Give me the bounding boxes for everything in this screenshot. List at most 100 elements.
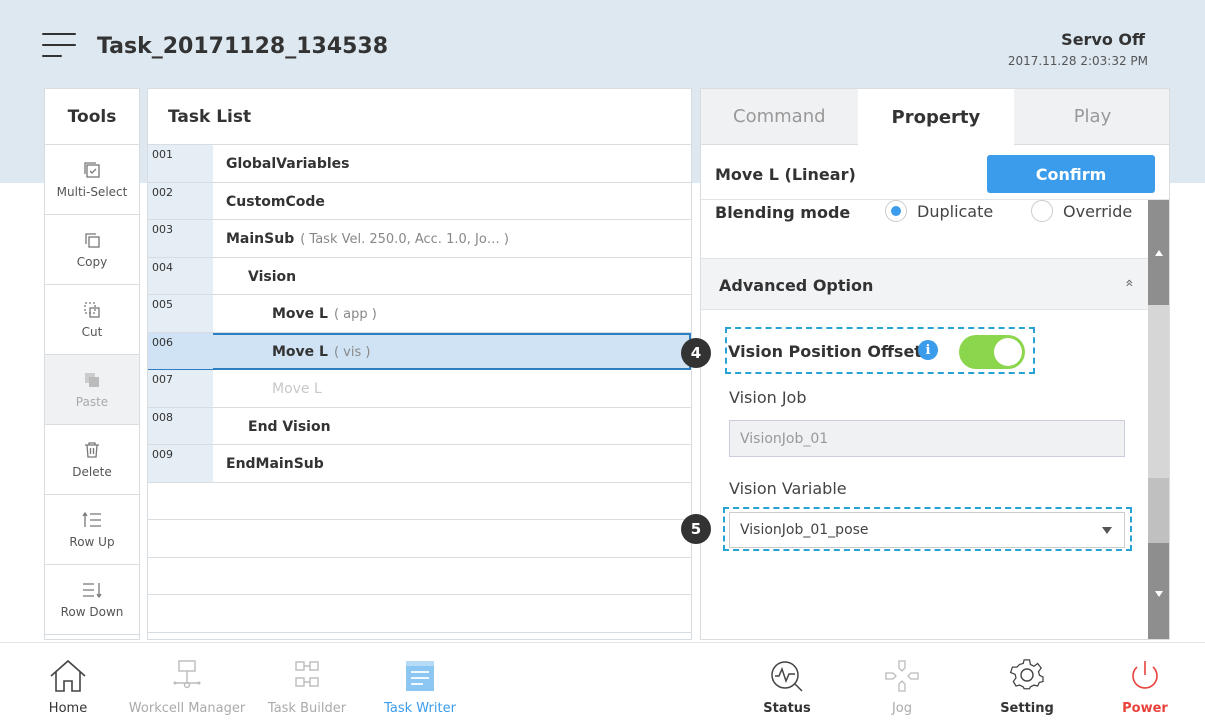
task-row[interactable]: 003 MainSub ( Task Vel. 250.0, Acc. 1.0, … [148, 220, 691, 258]
radio-duplicate-label: Duplicate [917, 201, 994, 221]
blending-mode-label: Blending mode [715, 203, 851, 222]
task-builder-icon [295, 661, 319, 687]
line-number: 005 [148, 295, 213, 332]
radio-dot-checked [885, 200, 907, 222]
tools-heading: Tools [45, 89, 139, 145]
gear-icon [1009, 659, 1044, 690]
task-row[interactable]: 004 Vision [148, 257, 691, 295]
paste-icon [85, 372, 99, 387]
delete-button[interactable]: Delete [45, 425, 139, 495]
nav-task-builder[interactable]: Task Builder [262, 643, 352, 728]
empty-row [148, 520, 691, 558]
row-down-label: Row Down [60, 604, 124, 619]
line-number: 004 [148, 257, 213, 294]
advanced-option-header[interactable]: Advanced Option » [701, 258, 1148, 310]
line-number: 003 [148, 220, 213, 257]
task-row[interactable]: 002 CustomCode [148, 182, 691, 220]
workcell-icon [173, 660, 201, 689]
nav-status[interactable]: Status [762, 643, 812, 728]
task-row-selected[interactable]: 006 Move L ( vis ) [148, 332, 691, 370]
nav-setting[interactable]: Setting [1000, 643, 1054, 728]
line-number: 001 [148, 145, 213, 182]
empty-row [148, 558, 691, 595]
nav-workcell-manager[interactable]: Workcell Manager [126, 643, 248, 728]
vision-variable-label: Vision Variable [729, 479, 847, 498]
task-code: Vision [248, 269, 296, 285]
callout-badge-4: 4 [681, 338, 711, 368]
bottom-navigation: Home Workcell Manager Task Builder Task … [0, 642, 1205, 727]
tab-property[interactable]: Property [857, 89, 1015, 145]
servo-status: Servo Off [1061, 30, 1145, 49]
multi-select-button[interactable]: Multi-Select [45, 145, 139, 215]
task-row[interactable]: 005 Move L ( app ) [148, 295, 691, 333]
radio-duplicate[interactable]: Duplicate [885, 200, 993, 222]
radio-dot [1031, 200, 1053, 222]
row-up-icon [82, 511, 101, 527]
collapse-chevron-icon[interactable]: » [1122, 279, 1138, 288]
jog-icon [885, 660, 919, 692]
task-row[interactable]: 009 EndMainSub [148, 445, 691, 483]
task-command: EndMainSub [226, 456, 324, 472]
nav-task-writer-label: Task Writer [384, 701, 456, 716]
task-code: Move L [272, 381, 322, 397]
dropdown-caret-icon [1102, 527, 1112, 534]
line-number: 002 [148, 182, 213, 219]
task-row[interactable]: 008 End Vision [148, 407, 691, 445]
task-code: Move L ( app ) [272, 306, 377, 322]
status-datetime: 2017.11.28 2:03:32 PM [1007, 54, 1148, 68]
task-writer-icon [406, 661, 434, 691]
nav-home-label: Home [48, 701, 88, 716]
task-command: Move L [272, 306, 328, 322]
line-number: 007 [148, 370, 213, 407]
radio-override[interactable]: Override [1031, 200, 1132, 222]
hamburger-menu-icon[interactable] [42, 31, 76, 59]
copy-button[interactable]: Copy [45, 215, 139, 285]
task-row[interactable]: 001 GlobalVariables [148, 145, 691, 183]
task-row[interactable]: 007 Move L [148, 370, 691, 408]
vision-offset-toggle[interactable] [959, 335, 1025, 369]
empty-row [148, 595, 691, 633]
vision-variable-select[interactable]: VisionJob_01_pose [729, 512, 1125, 548]
copy-label: Copy [76, 254, 108, 269]
scroll-down-button[interactable] [1148, 543, 1169, 639]
row-up-button[interactable]: Row Up [45, 495, 139, 565]
nav-power[interactable]: Power [1120, 643, 1170, 728]
callout-badge-5: 5 [681, 514, 711, 544]
delete-label: Delete [72, 464, 112, 479]
task-command: End Vision [248, 418, 331, 435]
nav-home[interactable]: Home [46, 643, 90, 728]
vision-offset-label: Vision Position Offset [728, 342, 922, 361]
row-down-icon [83, 582, 102, 598]
task-command: Vision [248, 268, 297, 285]
vision-job-field[interactable]: VisionJob_01 [729, 420, 1125, 457]
cut-label: Cut [81, 324, 103, 339]
nav-task-writer[interactable]: Task Writer [384, 643, 456, 728]
radio-override-label: Override [1063, 201, 1133, 221]
scroll-up-button[interactable] [1148, 200, 1169, 305]
tools-panel: Tools Multi-Select Copy Cut Paste Delete… [44, 88, 140, 640]
nav-jog[interactable]: Jog [882, 643, 922, 728]
cut-button[interactable]: Cut [45, 285, 139, 355]
line-number: 008 [148, 407, 213, 444]
tab-play[interactable]: Play [1014, 89, 1169, 145]
row-down-button[interactable]: Row Down [45, 565, 139, 635]
multi-select-icon [84, 161, 100, 178]
advanced-option-label: Advanced Option [719, 276, 874, 295]
info-icon[interactable]: i [918, 340, 938, 360]
vision-job-label: Vision Job [729, 388, 807, 407]
panel-scrollbar[interactable] [1148, 200, 1169, 639]
nav-power-label: Power [1122, 701, 1168, 716]
panel-tabs: Command Property Play [701, 89, 1169, 145]
confirm-button[interactable]: Confirm [987, 155, 1155, 193]
paste-label: Paste [75, 394, 109, 409]
app-header: Task_20171128_134538 Servo Off 2017.11.2… [0, 0, 1205, 88]
property-panel: Command Property Play Move L (Linear) Co… [700, 88, 1170, 640]
nav-task-builder-label: Task Builder [267, 701, 347, 716]
tab-command[interactable]: Command [701, 89, 858, 145]
scroll-thumb[interactable] [1148, 478, 1169, 543]
task-code: GlobalVariables [226, 156, 350, 172]
nav-setting-label: Setting [1000, 701, 1054, 716]
task-params: ( Task Vel. 250.0, Acc. 1.0, Jo… ) [300, 232, 510, 247]
paste-button[interactable]: Paste [45, 355, 139, 425]
task-command: Move L [272, 381, 322, 397]
